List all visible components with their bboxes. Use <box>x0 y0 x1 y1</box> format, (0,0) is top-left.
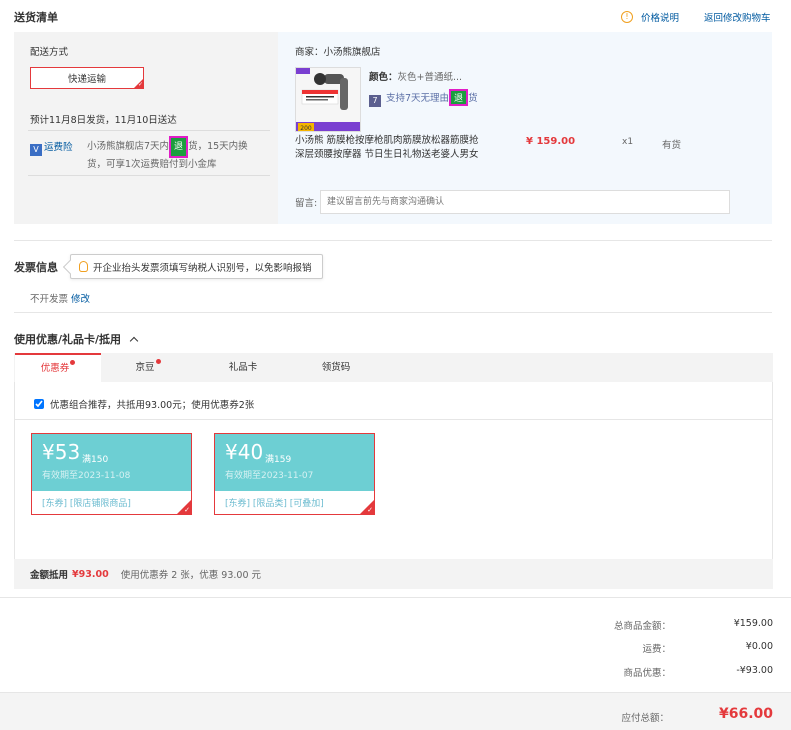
price-note-link[interactable]: ! 价格说明 <box>621 10 679 24</box>
invoice-status: 不开发票 修改 <box>30 291 90 305</box>
insurance-text-b: 货，15天内换 <box>188 141 248 152</box>
divider <box>14 240 772 241</box>
divider <box>28 130 270 131</box>
lightbulb-icon <box>79 261 88 272</box>
new-dot-icon <box>70 360 76 365</box>
invoice-tip: 开企业抬头发票须填写纳税人识别号，以免影响报销 <box>62 254 323 279</box>
freight-insurance-desc: 小汤熊旗舰店7天内退货，15天内换 货，可享1次运费赔付到小金库 <box>87 136 272 174</box>
discount-title: 使用优惠/礼品卡/抵用 <box>14 333 122 346</box>
stock-status: 有货 <box>662 140 682 151</box>
freight-label: 运费： <box>642 644 671 655</box>
check-icon: ✓ <box>367 506 373 514</box>
combo-checkbox[interactable] <box>34 399 44 409</box>
product-quantity: x1 <box>622 137 634 147</box>
tab-jingdou-label: 京豆 <box>135 362 155 373</box>
invoice-tip-text: 开企业抬头发票须填写纳税人识别号，以免影响报销 <box>93 262 312 274</box>
color-value: 灰色+普通纸... <box>397 72 463 83</box>
coupon-condition: 满150 <box>82 455 109 465</box>
coupon-face: ¥53 满150 有效期至2023-11-08 <box>32 434 191 491</box>
massage-gun-image: 200 <box>296 68 360 132</box>
freight-insurance-label: 运费险 <box>44 142 73 153</box>
merchant-name: 商家：小汤熊旗舰店 <box>295 47 381 58</box>
express-delivery-option[interactable]: 快递运输 ✓ <box>30 67 144 89</box>
invoice-title: 发票信息 <box>14 261 58 274</box>
return-badge: 退 <box>449 89 469 106</box>
shield-icon: V <box>30 144 42 156</box>
coupon-expiry: 有效期至2023-11-07 <box>225 471 314 481</box>
divider <box>15 419 772 420</box>
return-policy-text-b: 货 <box>468 93 478 104</box>
promo-value: -¥93.00 <box>736 665 773 676</box>
tab-coupons-label: 优惠券 <box>40 363 70 374</box>
tab-redeem-code[interactable]: 领货码 <box>293 353 379 382</box>
combo-text: 优惠组合推荐，共抵用93.00元；使用优惠券2张 <box>50 400 255 411</box>
return-policy[interactable]: 7 支持7天无理由退货 <box>369 89 478 107</box>
product-color: 颜色：灰色+普通纸... <box>369 69 462 83</box>
tab-gift-card-label: 礼品卡 <box>228 362 258 373</box>
tab-redeem-code-label: 领货码 <box>321 362 351 373</box>
price-note-label: 价格说明 <box>641 13 680 24</box>
invoice-edit-link[interactable]: 修改 <box>71 294 90 305</box>
chevron-up-icon <box>129 336 139 346</box>
coupon-amount: ¥53 <box>42 440 81 464</box>
product-name-line2: 深层颈腰按摩器 节日生日礼物送老婆人男女 <box>295 149 479 160</box>
delivery-schedule: 预计11月8日发货，11月10日送达 <box>30 115 177 126</box>
tab-gift-card[interactable]: 礼品卡 <box>200 353 286 382</box>
insurance-text-c: 货，可享1次运费赔付到小金库 <box>87 159 217 170</box>
freight-insurance-link[interactable]: V 运费险 <box>30 139 73 156</box>
payable-value: ¥66.00 <box>718 706 773 722</box>
return-policy-icon: 7 <box>369 95 381 107</box>
shipping-title: 送货清单 <box>14 11 58 24</box>
check-icon: ✓ <box>184 506 190 514</box>
coupon-card[interactable]: ¥40 满159 有效期至2023-11-07 [东券] [限品类] [可叠加]… <box>214 433 375 515</box>
new-dot-icon <box>155 359 161 364</box>
goods-total-value: ¥159.00 <box>733 618 773 629</box>
summary-text: 使用优惠券 2 张，优惠 93.00 元 <box>120 570 262 581</box>
coupon-face: ¥40 满159 有效期至2023-11-07 <box>215 434 374 491</box>
freight-value: ¥0.00 <box>745 641 773 652</box>
remark-input[interactable] <box>320 190 730 214</box>
coupon-amount: ¥40 <box>225 440 264 464</box>
coupon-card[interactable]: ¥53 满150 有效期至2023-11-08 [东券] [限店铺限商品] ✓ <box>31 433 192 515</box>
invoice-status-text: 不开发票 <box>30 294 69 305</box>
coupon-expiry: 有效期至2023-11-08 <box>42 471 131 481</box>
product-name[interactable]: 小汤熊 筋膜枪按摩枪肌肉筋膜放松器筋膜抢 深层颈腰按摩器 节日生日礼物送老婆人男… <box>295 134 495 162</box>
discount-toggle[interactable]: 使用优惠/礼品卡/抵用 <box>14 331 139 347</box>
product-name-line1: 小汤熊 筋膜枪按摩枪肌肉筋膜放松器筋膜抢 <box>295 135 479 146</box>
discount-summary: 金额抵用 ¥93.00 使用优惠券 2 张，优惠 93.00 元 <box>14 559 773 589</box>
delivery-method-label: 配送方式 <box>30 47 69 58</box>
coupon-tags: [东券] [限品类] [可叠加] <box>225 499 324 509</box>
tip-arrow <box>62 259 78 275</box>
coupon-tags: [东券] [限店铺限商品] <box>42 499 131 509</box>
back-to-cart-link[interactable]: 返回修改购物车 <box>704 10 771 24</box>
color-label: 颜色： <box>369 72 398 83</box>
check-icon: ✓ <box>137 81 143 88</box>
payable-label: 应付总额： <box>621 713 669 724</box>
goods-total-label: 总商品金额： <box>613 621 671 632</box>
summary-label: 金额抵用 <box>30 570 69 581</box>
info-icon: ! <box>621 11 633 23</box>
combo-recommend: 优惠组合推荐，共抵用93.00元；使用优惠券2张 <box>34 397 254 411</box>
divider <box>14 312 772 313</box>
insurance-text-a: 小汤熊旗舰店7天内 <box>87 141 170 152</box>
product-image[interactable]: 200 <box>295 67 361 132</box>
tab-jingdou[interactable]: 京豆 <box>105 353 191 382</box>
return-badge: 退 <box>169 136 189 158</box>
remark-label: 留言: <box>295 198 318 209</box>
summary-amount: ¥93.00 <box>72 568 109 580</box>
express-delivery-label: 快递运输 <box>67 74 106 85</box>
tab-coupons[interactable]: 优惠券 <box>15 353 101 382</box>
divider <box>28 175 270 176</box>
promo-label: 商品优惠： <box>623 668 671 679</box>
coupon-condition: 满159 <box>265 455 292 465</box>
product-price: ¥ 159.00 <box>526 136 576 147</box>
svg-text:200: 200 <box>300 125 312 132</box>
return-policy-text-a: 支持7天无理由 <box>386 93 450 104</box>
